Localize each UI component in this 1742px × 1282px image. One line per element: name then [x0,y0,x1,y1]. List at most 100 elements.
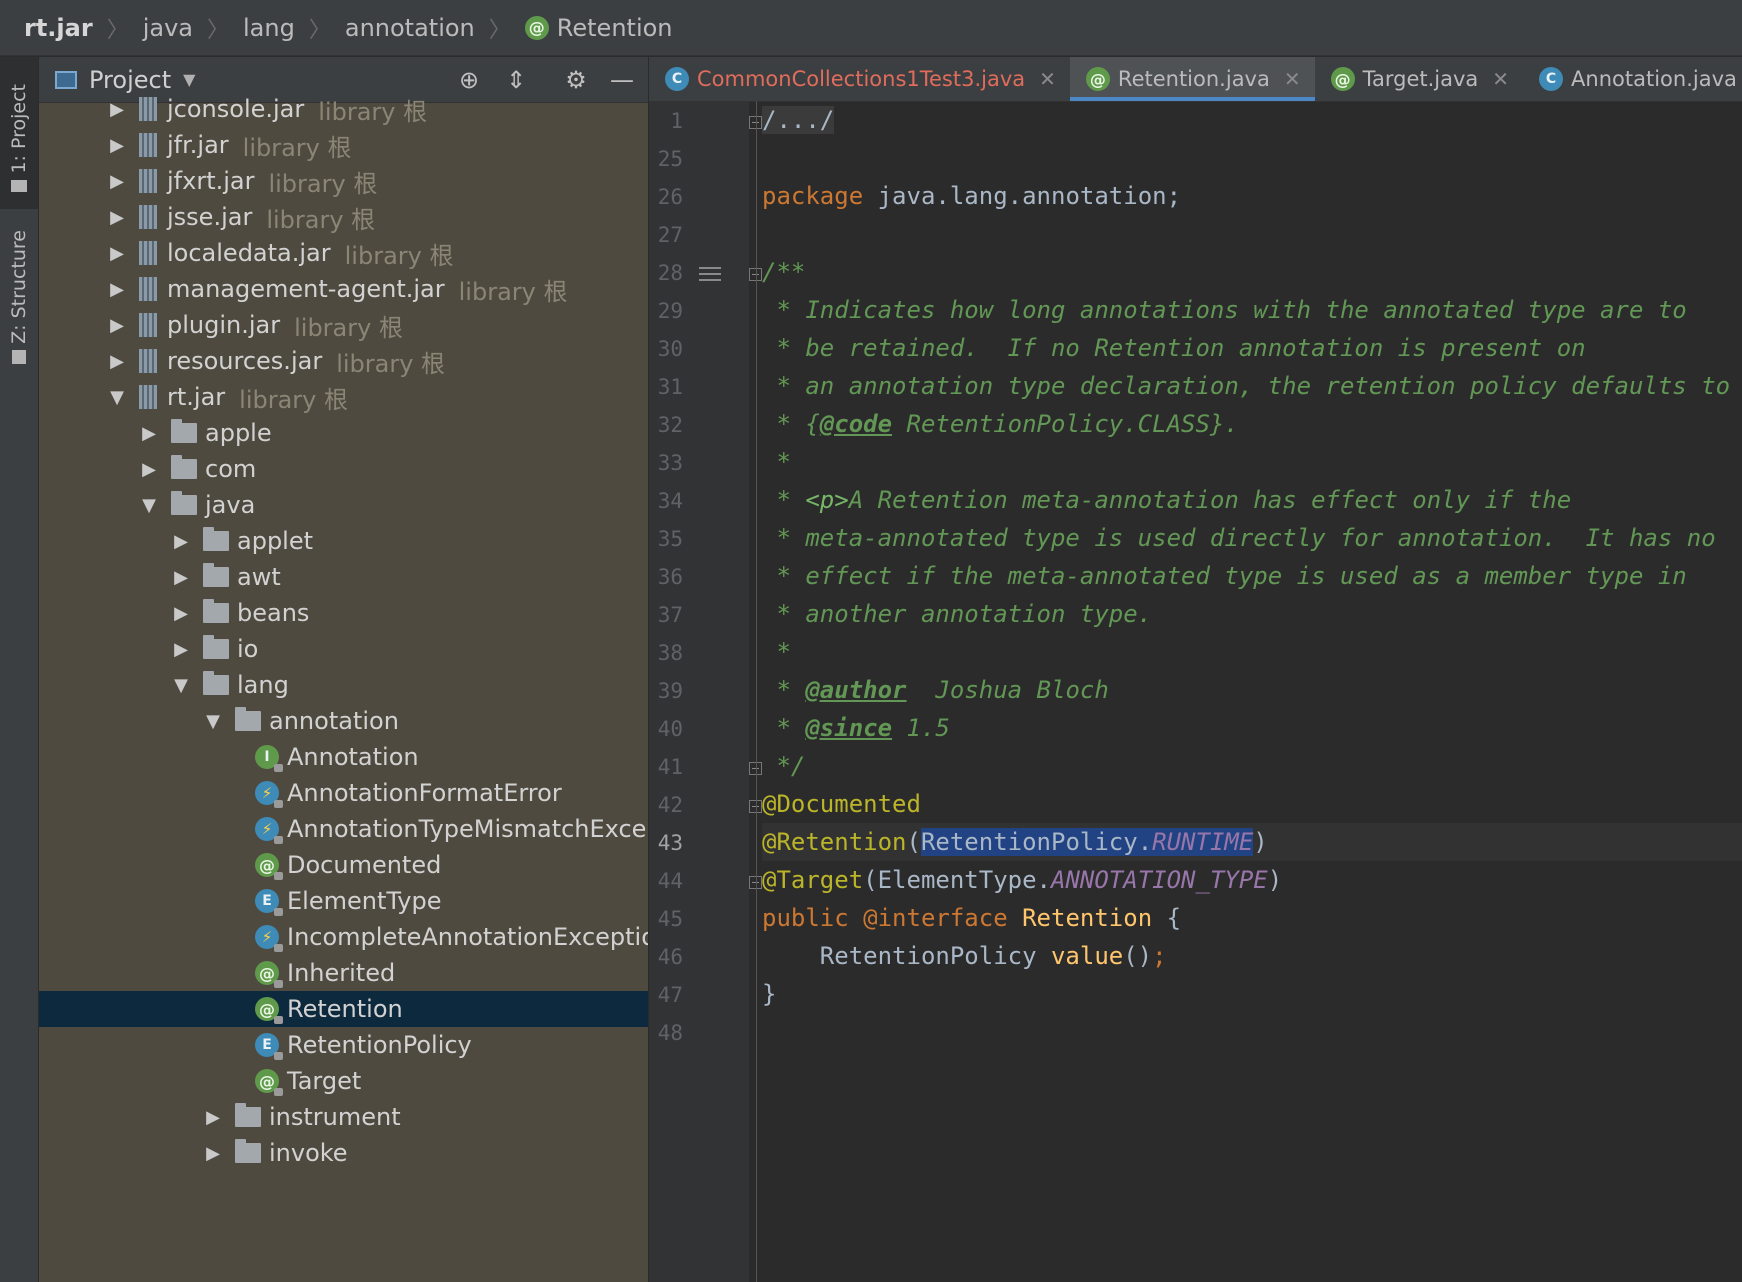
editor-tab[interactable]: C CommonCollections1Test3.java ✕ [649,57,1070,101]
tree-item-label: RetentionPolicy [287,1031,472,1059]
tree-item-label: jfr.jar [167,131,229,159]
tree-item[interactable]: ⚡AnnotationTypeMismatchException [39,811,648,847]
line-number: 46 [657,945,683,969]
close-icon[interactable]: ✕ [1492,67,1509,91]
structure-tool-tab[interactable]: Z: Structure [0,222,38,372]
tree-item-label: beans [237,599,310,627]
collapsed-arrow-icon[interactable]: ▶ [107,207,127,228]
collapsed-arrow-icon[interactable]: ▶ [171,567,191,588]
tree-item[interactable]: I Annotation [39,739,648,775]
collapsed-arrow-icon[interactable]: ▶ [107,243,127,264]
tree-item[interactable]: ⚡ AnnotationFormatError [39,775,648,811]
folded-code[interactable]: /.../ [762,106,835,134]
tree-item-label: com [205,455,257,483]
tree-item[interactable]: E ElementType [39,883,648,919]
library-root-tag: library 根 [344,241,454,270]
package-folder-icon [203,635,229,659]
collapsed-arrow-icon[interactable]: ▶ [107,171,127,192]
collapsed-arrow-icon[interactable]: ▶ [171,531,191,552]
line-number: 37 [657,603,683,627]
project-tool-tab[interactable]: 1: Project [0,57,38,209]
jar-icon [139,169,157,193]
enum-constant: ANNOTATION_TYPE [1051,866,1268,894]
editor-tab[interactable]: @ Target.java ✕ [1315,57,1523,101]
line-number: 44 [657,869,683,893]
tree-item[interactable]: @ Retention [39,991,648,1027]
tree-item[interactable]: ▶ beans [39,595,648,631]
code-text: { [1152,904,1182,932]
collapsed-arrow-icon[interactable]: ▶ [107,135,127,156]
tree-item[interactable]: ▶ awt [39,559,648,595]
comment-text: * [762,486,806,514]
collapsed-arrow-icon[interactable]: ▶ [107,99,127,120]
collapsed-arrow-icon[interactable]: ▶ [139,423,159,444]
line-number: 1 [670,109,683,133]
expanded-arrow-icon[interactable]: ▼ [203,711,223,732]
code-line-28: /** [762,258,806,286]
jar-icon [139,385,157,409]
tree-item-label: rt.jar [167,383,226,411]
tree-item[interactable]: ▶ invoke [39,1135,648,1171]
collapsed-arrow-icon[interactable]: ▶ [107,279,127,300]
code-text: ) [1253,828,1268,856]
tree-item[interactable]: ⚡ IncompleteAnnotationException [39,919,648,955]
collapsed-arrow-icon[interactable]: ▶ [139,459,159,480]
tree-item[interactable]: ▼ lang [39,667,648,703]
tree-item[interactable]: ▶ applet [39,523,648,559]
tree-item[interactable]: @ Inherited [39,955,648,991]
tree-item[interactable]: E RetentionPolicy [39,1027,648,1063]
library-root-tag: library 根 [336,349,446,378]
tree-item[interactable]: @ Documented [39,847,648,883]
collapsed-arrow-icon[interactable]: ▶ [203,1107,223,1128]
tree-item[interactable]: ▼ annotation [39,703,648,739]
close-icon[interactable]: ✕ [1284,67,1301,91]
tree-item[interactable]: ▶ io [39,631,648,667]
close-icon[interactable]: ✕ [1039,67,1056,91]
editor-tab[interactable]: @ Retention.java ✕ [1069,57,1315,101]
tree-item[interactable]: ▶ plugin.jar library 根 [39,307,648,343]
enum-icon: E [255,889,283,916]
render-doc-icon[interactable] [699,267,721,285]
collapsed-arrow-icon[interactable]: ▶ [107,351,127,372]
tree-item[interactable]: ▼ rt.jar library 根 [39,379,648,415]
editor-tab[interactable]: CAnnotation.java✕ [1523,57,1742,101]
collapsed-arrow-icon[interactable]: ▶ [171,639,191,660]
editor-area: C CommonCollections1Test3.java ✕ @ Retention… [649,57,1742,1282]
type-name: Retention [1007,904,1153,932]
tree-item[interactable]: ▶ jfxrt.jar library 根 [39,163,648,199]
tree-item[interactable]: ▶ com [39,451,648,487]
comment-text: A Retention meta-annotation has effect o… [848,486,1572,514]
structure-tool-tab-label: Z: Structure [8,230,30,344]
tree-item[interactable]: ▶ jsse.jar library 根 [39,199,648,235]
collapsed-arrow-icon[interactable]: ▶ [203,1143,223,1164]
breadcrumb-item-java[interactable]: java [143,14,193,42]
code-line-26: package java.lang.annotation; [762,177,1742,215]
tree-item[interactable]: ▶ management-agent.jar library 根 [39,271,648,307]
project-tool-tab-label: 1: Project [8,84,30,174]
package-folder-icon [171,455,197,479]
collapsed-arrow-icon[interactable]: ▶ [107,315,127,336]
tree-item[interactable]: ▶ resources.jar library 根 [39,343,648,379]
expanded-arrow-icon[interactable]: ▼ [107,387,127,408]
tree-item[interactable]: ▶ instrument [39,1099,648,1135]
line-number: 45 [657,907,683,931]
expanded-arrow-icon[interactable]: ▼ [171,675,191,696]
expanded-arrow-icon[interactable]: ▼ [139,495,159,516]
breadcrumb-item-retention[interactable]: Retention [557,14,673,42]
collapsed-arrow-icon[interactable]: ▶ [171,603,191,624]
breadcrumb-item-lang[interactable]: lang [243,14,295,42]
tree-item[interactable]: ▶ localedata.jar library 根 [39,235,648,271]
breadcrumb-item-annotation[interactable]: annotation [345,14,475,42]
code-text: (ElementType. [863,866,1051,894]
tree-item[interactable]: ▶ jfr.jar library 根 [39,127,648,163]
tree-item[interactable]: ▼ java [39,487,648,523]
project-view-selector[interactable]: Project [89,66,171,94]
tree-item-label: Target [287,1067,362,1095]
tree-item[interactable]: @ Target [39,1063,648,1099]
tree-item[interactable]: ▶ apple [39,415,648,451]
code-line-40: * @since 1.5 [762,709,1742,747]
chevron-down-icon[interactable]: ▼ [183,70,195,89]
comment-text: 1.5 [892,714,950,742]
tree-item[interactable]: ▶ jconsole.jar library 根 [39,91,648,127]
breadcrumb-item-rt-jar[interactable]: rt.jar [24,14,93,42]
